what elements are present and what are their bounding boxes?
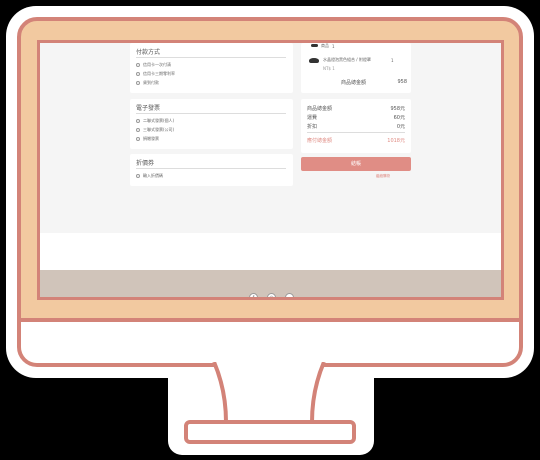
summary-row: 運費 60元: [307, 115, 405, 121]
continue-shopping-link[interactable]: 繼續購物: [376, 174, 390, 179]
divider: [136, 168, 286, 169]
screen: 付款方式 信用卡一次付清 信用卡三期零利率 貨到付款 電子發票 二聯式發票(個人…: [37, 40, 504, 300]
checkout-button[interactable]: 結帳: [301, 157, 411, 171]
radio-icon: [136, 128, 140, 132]
radio-icon: [136, 63, 140, 67]
radio-icon: [136, 81, 140, 85]
coupon-title: 折價券: [136, 160, 155, 167]
payment-option-credit[interactable]: 信用卡一次付清: [136, 62, 171, 68]
cart-item: 商品 1: [321, 43, 335, 49]
coupon-option[interactable]: 輸入折價碼: [136, 173, 163, 179]
instagram-icon[interactable]: ◎: [267, 293, 276, 297]
cart-subtotal: 商品總金額 958: [341, 79, 407, 86]
invoice-section: 電子發票 二聯式發票(個人) 三聯式發票(公司) 捐贈發票: [130, 99, 293, 149]
radio-icon: [136, 174, 140, 178]
line-icon[interactable]: ⋯: [285, 293, 294, 297]
product-thumbnail: [309, 58, 319, 63]
cart-section: 商品 1 水晶燈泡黑色組合 / 附燈罩 1 NT$ 1 商品總金額 958: [301, 43, 411, 93]
summary-total: 應付總金額 1018元: [307, 138, 405, 144]
invoice-option-donate[interactable]: 捐贈發票: [136, 136, 159, 142]
summary-section: 商品總金額 958元 運費 60元 折扣 0元 應付總金額 1018元: [301, 99, 411, 153]
invoice-option-personal[interactable]: 二聯式發票(個人): [136, 118, 174, 124]
payment-option-cod[interactable]: 貨到付款: [136, 80, 159, 86]
coupon-section: 折價券 輸入折價碼: [130, 154, 293, 186]
page-bottom-band: [40, 233, 501, 270]
divider: [136, 113, 286, 114]
payment-option-installment[interactable]: 信用卡三期零利率: [136, 71, 175, 77]
payment-section: 付款方式 信用卡一次付清 信用卡三期零利率 貨到付款: [130, 43, 293, 93]
radio-icon: [136, 72, 140, 76]
summary-row: 商品總金額 958元: [307, 106, 405, 112]
site-footer: f ◎ ⋯: [40, 270, 501, 297]
cart-item: 水晶燈泡黑色組合 / 附燈罩: [323, 57, 371, 62]
invoice-option-company[interactable]: 三聯式發票(公司): [136, 127, 174, 133]
monitor-stand: [212, 362, 326, 424]
payment-title: 付款方式: [136, 49, 161, 56]
facebook-icon[interactable]: f: [249, 293, 258, 297]
divider: [136, 57, 286, 58]
cart-item-meta: NT$ 1: [323, 66, 335, 71]
radio-icon: [136, 119, 140, 123]
monitor-base: [184, 420, 356, 444]
product-thumbnail: [311, 44, 318, 47]
radio-icon: [136, 137, 140, 141]
monitor-chin: [21, 318, 519, 363]
invoice-title: 電子發票: [136, 105, 161, 112]
divider: [307, 132, 405, 133]
cart-item-qty: 1: [391, 58, 394, 63]
summary-row: 折扣 0元: [307, 124, 405, 130]
